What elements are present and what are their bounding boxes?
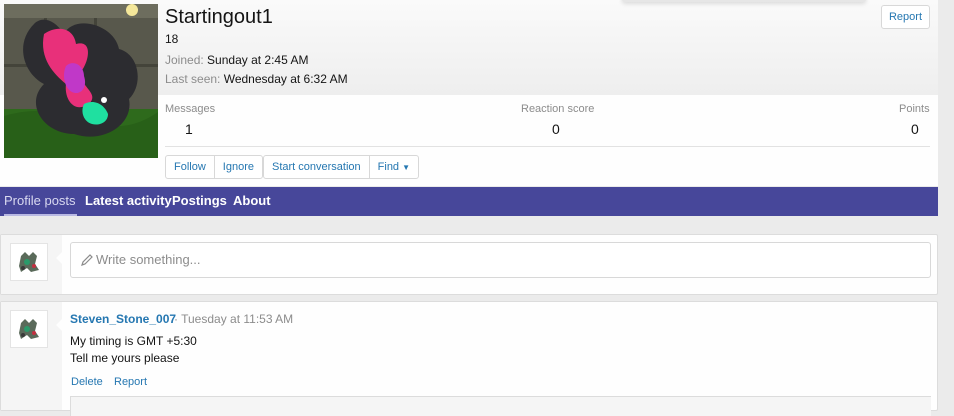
- profile-header: Startingout1 18 Joined: Sunday at 2:45 A…: [0, 0, 938, 186]
- points-label: Points: [899, 103, 930, 115]
- profile-post: Steven_Stone_007 · Tuesday at 11:53 AM M…: [0, 301, 938, 416]
- dropdown-shadow: [622, 0, 866, 2]
- avatar[interactable]: [10, 310, 48, 348]
- last-seen-line: Last seen: Wednesday at 6:32 AM: [165, 72, 348, 86]
- comment-area[interactable]: [70, 396, 931, 416]
- post-timestamp[interactable]: · Tuesday at 11:53 AM: [174, 312, 293, 326]
- composer-arrow: [56, 251, 63, 265]
- avatar[interactable]: [10, 243, 48, 281]
- joined-line: Joined: Sunday at 2:45 AM: [165, 53, 308, 67]
- user-avatar-icon: [11, 311, 47, 347]
- joined-label: Joined:: [165, 53, 204, 67]
- reaction-score-label: Reaction score: [521, 103, 595, 115]
- conversation-find-group: Start conversation Find ▼: [263, 155, 420, 179]
- post-body-line-1: My timing is GMT +5:30: [70, 334, 197, 348]
- avatar-image-icon: [4, 4, 158, 158]
- write-something-placeholder: Write something...: [96, 252, 201, 267]
- delete-link[interactable]: Delete: [71, 376, 103, 388]
- tab-profile-posts[interactable]: Profile posts: [4, 187, 77, 216]
- follow-ignore-group: Follow Ignore: [165, 155, 263, 179]
- find-button[interactable]: Find ▼: [370, 156, 418, 178]
- profile-post-composer: Write something...: [0, 234, 938, 295]
- post-arrow: [56, 318, 63, 332]
- find-label: Find: [377, 161, 400, 173]
- report-post-link[interactable]: Report: [114, 376, 147, 388]
- reaction-score-value: 0: [552, 121, 560, 137]
- profile-username: Startingout1: [165, 6, 273, 28]
- messages-value[interactable]: 1: [185, 121, 193, 137]
- post-body-line-2: Tell me yours please: [70, 351, 180, 365]
- user-avatar-icon: [11, 244, 47, 280]
- stats-divider: [165, 146, 930, 147]
- post-author-link[interactable]: Steven_Stone_007: [70, 312, 176, 326]
- follow-button[interactable]: Follow: [166, 156, 215, 178]
- tab-postings[interactable]: Postings: [172, 187, 227, 216]
- user-title: 18: [165, 32, 179, 46]
- start-conversation-button[interactable]: Start conversation: [264, 156, 370, 178]
- tab-latest-activity[interactable]: Latest activity: [85, 187, 172, 216]
- report-profile-button[interactable]: Report: [881, 5, 930, 29]
- caret-down-icon: ▼: [402, 163, 411, 172]
- ignore-button[interactable]: Ignore: [215, 156, 262, 178]
- joined-value: Sunday at 2:45 AM: [207, 53, 309, 67]
- pencil-icon: [81, 254, 93, 266]
- profile-avatar[interactable]: [4, 4, 158, 158]
- last-seen-label: Last seen:: [165, 72, 221, 86]
- tab-about[interactable]: About: [233, 187, 271, 216]
- messages-label: Messages: [165, 103, 216, 115]
- profile-tabs: Profile posts Latest activity Postings A…: [0, 187, 938, 216]
- write-something-input[interactable]: Write something...: [70, 242, 931, 278]
- points-value: 0: [911, 121, 919, 137]
- last-seen-value: Wednesday at 6:32 AM: [223, 72, 348, 86]
